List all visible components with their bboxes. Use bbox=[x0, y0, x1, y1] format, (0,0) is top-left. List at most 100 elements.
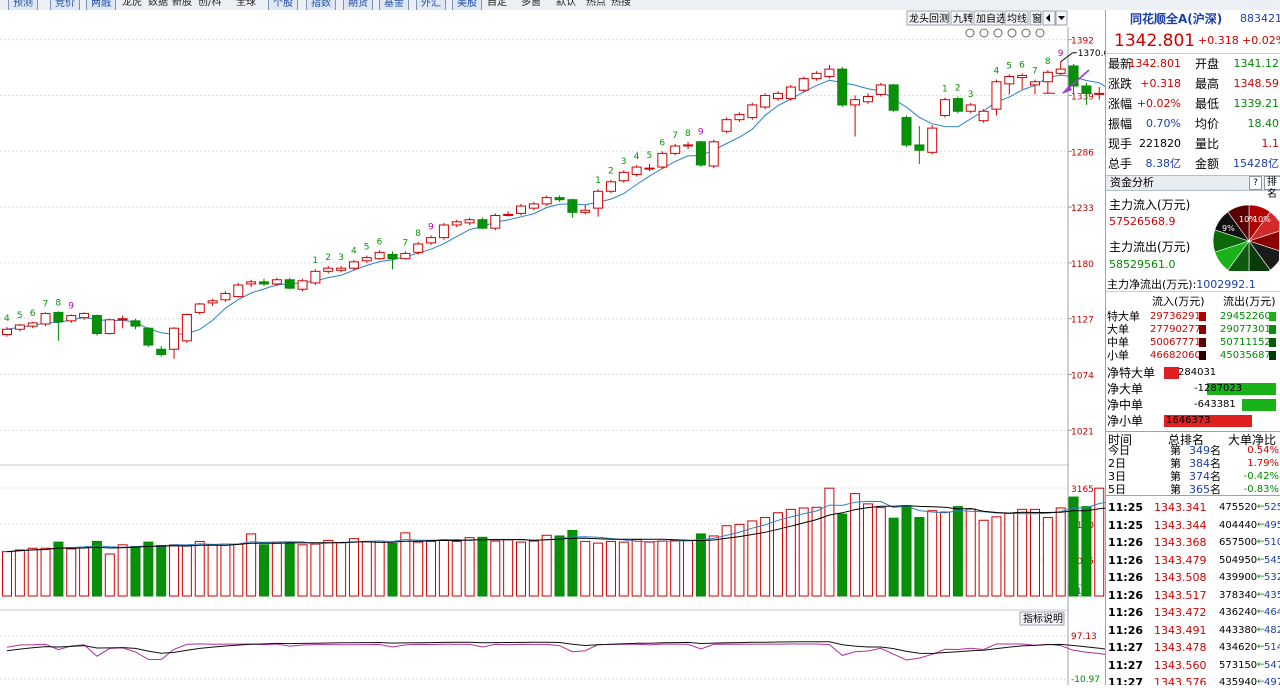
candle[interactable] bbox=[631, 166, 642, 175]
volume-bar[interactable] bbox=[207, 544, 218, 597]
candle[interactable] bbox=[927, 127, 938, 153]
candle[interactable] bbox=[554, 197, 565, 201]
toolbar-item-14[interactable]: 自定 bbox=[487, 0, 507, 9]
candle[interactable] bbox=[246, 281, 257, 285]
fund-help-button[interactable]: ? bbox=[1249, 176, 1262, 190]
volume-bar[interactable] bbox=[798, 507, 809, 597]
candle[interactable] bbox=[978, 110, 989, 122]
candle[interactable] bbox=[888, 84, 899, 111]
chart-tool-icon-3[interactable] bbox=[1007, 28, 1017, 38]
toolbar-item-7[interactable]: 全球 bbox=[236, 0, 256, 9]
chart-tool-icon-2[interactable] bbox=[993, 28, 1003, 38]
candle[interactable] bbox=[40, 312, 51, 325]
volume-bar[interactable] bbox=[426, 540, 437, 597]
candle[interactable] bbox=[1055, 68, 1066, 74]
volume-bar[interactable] bbox=[695, 533, 706, 597]
volume-bar[interactable] bbox=[1055, 507, 1066, 597]
candle[interactable] bbox=[593, 190, 604, 209]
candle[interactable] bbox=[785, 86, 796, 100]
volume-bar[interactable] bbox=[657, 540, 668, 597]
volume-bar[interactable] bbox=[747, 520, 758, 597]
candle[interactable] bbox=[323, 267, 334, 272]
volume-bar[interactable] bbox=[413, 541, 424, 597]
kline-chart-area[interactable]: 龙头回测 九转 加自选 均线窗 1392 1339 1286 1233 1180 1127 1074… bbox=[0, 10, 1169, 685]
chart-header-button-2[interactable]: 加自选 bbox=[976, 12, 1006, 25]
candle[interactable] bbox=[310, 270, 321, 284]
chart-header-button-3[interactable]: 均线 bbox=[1007, 12, 1027, 25]
volume-bar[interactable] bbox=[503, 539, 514, 597]
volume-bar[interactable] bbox=[927, 510, 938, 597]
volume-bar[interactable] bbox=[631, 539, 642, 597]
volume-bar[interactable] bbox=[1004, 512, 1015, 597]
candle[interactable] bbox=[387, 253, 398, 260]
volume-bar[interactable] bbox=[644, 541, 655, 597]
volume-bar[interactable] bbox=[438, 539, 449, 597]
candle[interactable] bbox=[53, 311, 64, 323]
volume-bar[interactable] bbox=[361, 540, 372, 597]
volume-bar[interactable] bbox=[53, 541, 64, 597]
candle[interactable] bbox=[400, 252, 411, 260]
volume-bar[interactable] bbox=[760, 517, 771, 597]
candle[interactable] bbox=[580, 209, 591, 213]
candle[interactable] bbox=[361, 257, 372, 262]
toolbar-item-15[interactable]: 多窗 bbox=[521, 0, 541, 9]
candle[interactable] bbox=[1030, 81, 1040, 86]
candle[interactable] bbox=[798, 78, 809, 91]
candle[interactable] bbox=[207, 300, 218, 304]
volume-bar[interactable] bbox=[683, 540, 694, 597]
volume-bar[interactable] bbox=[374, 540, 385, 597]
candle[interactable] bbox=[271, 279, 282, 285]
volume-bar[interactable] bbox=[1068, 496, 1079, 597]
candle[interactable] bbox=[143, 327, 154, 346]
volume-bar[interactable] bbox=[387, 542, 398, 597]
candle[interactable] bbox=[1094, 92, 1105, 95]
volume-bar[interactable] bbox=[297, 544, 308, 597]
volume-bar[interactable] bbox=[888, 517, 899, 597]
volume-bar[interactable] bbox=[862, 503, 873, 597]
volume-bar[interactable] bbox=[490, 540, 501, 597]
volume-bar[interactable] bbox=[1030, 508, 1040, 597]
candle[interactable] bbox=[683, 144, 694, 147]
volume-bar[interactable] bbox=[773, 512, 783, 597]
indicator-help-label[interactable]: 指标说明 bbox=[1023, 612, 1063, 625]
volume-bar[interactable] bbox=[14, 549, 25, 597]
volume-bar[interactable] bbox=[259, 544, 269, 597]
candle[interactable] bbox=[1042, 71, 1053, 83]
candle[interactable] bbox=[824, 68, 835, 77]
volume-bar[interactable] bbox=[233, 543, 244, 597]
candle[interactable] bbox=[130, 320, 141, 327]
candle[interactable] bbox=[284, 279, 295, 289]
volume-bar[interactable] bbox=[670, 539, 681, 597]
candle[interactable] bbox=[605, 181, 616, 192]
candle[interactable] bbox=[670, 145, 681, 154]
volume-bar[interactable] bbox=[143, 541, 154, 597]
volume-bar[interactable] bbox=[567, 529, 578, 597]
chart-tool-icon-0[interactable] bbox=[965, 28, 975, 38]
volume-bar[interactable] bbox=[194, 540, 205, 597]
candle[interactable] bbox=[528, 203, 539, 209]
candle[interactable] bbox=[336, 267, 347, 271]
candle[interactable] bbox=[194, 303, 205, 313]
candle[interactable] bbox=[156, 348, 167, 356]
volume-bar[interactable] bbox=[528, 540, 539, 597]
volume-bar[interactable] bbox=[940, 511, 951, 597]
candle[interactable] bbox=[657, 152, 668, 168]
candle[interactable] bbox=[708, 141, 719, 167]
volume-bar[interactable] bbox=[477, 536, 488, 597]
candle[interactable] bbox=[66, 315, 77, 322]
volume-bar[interactable] bbox=[580, 540, 591, 597]
volume-bar[interactable] bbox=[79, 546, 90, 597]
candle[interactable] bbox=[734, 113, 745, 121]
volume-bar[interactable] bbox=[914, 517, 925, 597]
volume-bar[interactable] bbox=[965, 508, 976, 597]
volume-bar[interactable] bbox=[708, 535, 719, 597]
candle[interactable] bbox=[181, 314, 192, 342]
volume-bar[interactable] bbox=[27, 547, 38, 597]
candle[interactable] bbox=[914, 144, 925, 151]
volume-bar[interactable] bbox=[875, 507, 886, 597]
candle[interactable] bbox=[850, 99, 861, 106]
volume-bar[interactable] bbox=[310, 543, 321, 597]
candle[interactable] bbox=[27, 322, 38, 327]
volume-bar[interactable] bbox=[130, 546, 141, 597]
volume-bar[interactable] bbox=[1017, 508, 1028, 597]
